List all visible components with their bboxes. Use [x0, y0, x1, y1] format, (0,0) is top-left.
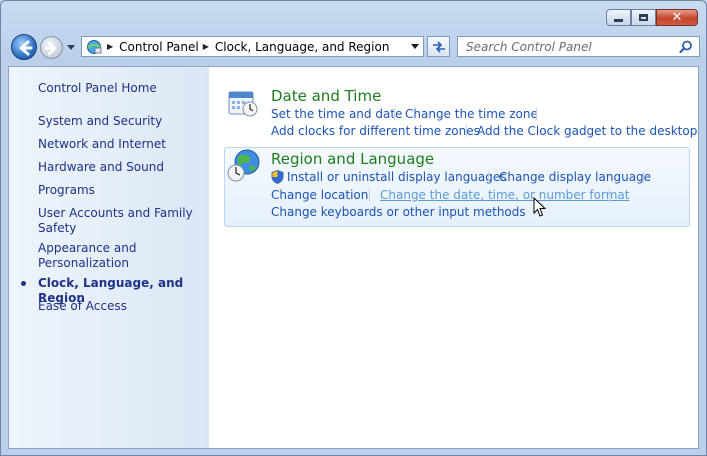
current-item-bullet-icon	[21, 281, 26, 286]
divider	[609, 189, 610, 201]
sidebar-item-system-security[interactable]: System and Security	[38, 114, 203, 129]
search-icon[interactable]	[679, 40, 693, 54]
calendar-clock-icon[interactable]	[227, 86, 259, 118]
forward-button[interactable]	[40, 36, 63, 59]
close-icon: ✕	[671, 10, 683, 25]
sidebar-item-network-internet[interactable]: Network and Internet	[38, 137, 203, 152]
breadcrumb-control-panel[interactable]: Control Panel	[119, 40, 199, 54]
divider	[536, 108, 537, 120]
address-bar[interactable]: ▶ Control Panel ▶ Clock, Language, and R…	[81, 36, 424, 57]
recent-pages-dropdown-icon[interactable]	[66, 43, 76, 51]
back-button[interactable]	[11, 34, 37, 60]
category-title-date-time[interactable]: Date and Time	[271, 87, 381, 105]
close-button[interactable]: ✕	[656, 9, 698, 26]
divider	[488, 171, 489, 183]
divider	[643, 171, 644, 183]
mouse-cursor-icon	[533, 197, 547, 217]
sidebar-item-appearance[interactable]: Appearance and Personalization	[38, 241, 203, 271]
main-pane: Date and Time Set the time and date Chan…	[209, 67, 698, 448]
maximize-button[interactable]	[631, 9, 656, 26]
task-change-location[interactable]: Change location	[271, 188, 368, 202]
globe-clock-icon[interactable]	[227, 148, 261, 184]
breadcrumb-chevron-icon[interactable]: ▶	[107, 42, 113, 51]
sidebar-item-programs[interactable]: Programs	[38, 183, 203, 198]
control-panel-icon	[87, 39, 102, 54]
sidebar-item-ease-of-access[interactable]: Ease of Access	[38, 299, 203, 314]
control-panel-window: ✕ ▶ Control Panel ▶ Clock, Language, and…	[0, 0, 707, 456]
task-add-clocks[interactable]: Add clocks for different time zones	[271, 124, 480, 138]
breadcrumb-chevron-icon[interactable]: ▶	[203, 42, 209, 51]
divider	[369, 189, 370, 201]
search-box[interactable]: Search Control Panel	[457, 36, 700, 57]
task-change-time-zone[interactable]: Change the time zone	[405, 107, 538, 121]
uac-shield-icon	[271, 170, 284, 184]
forward-arrow-icon	[44, 41, 57, 56]
divider	[394, 108, 395, 120]
content-area: Control Panel Home System and Security N…	[8, 66, 699, 449]
divider	[466, 125, 467, 137]
address-dropdown-icon[interactable]	[411, 43, 419, 49]
minimize-button[interactable]	[606, 9, 631, 26]
category-title-region-language[interactable]: Region and Language	[271, 150, 434, 168]
maximize-icon	[639, 14, 648, 21]
task-change-date-time-number-format[interactable]: Change the date, time, or number format	[380, 188, 629, 202]
refresh-button[interactable]	[427, 36, 450, 57]
task-change-keyboards[interactable]: Change keyboards or other input methods	[271, 205, 526, 219]
back-arrow-icon	[19, 40, 33, 56]
minimize-icon	[614, 19, 623, 22]
task-change-display-language[interactable]: Change display language	[499, 170, 651, 184]
task-set-time-date[interactable]: Set the time and date	[271, 107, 402, 121]
caption-buttons: ✕	[606, 9, 698, 27]
breadcrumb-clock-language-region[interactable]: Clock, Language, and Region	[215, 40, 390, 54]
search-input[interactable]: Search Control Panel	[466, 40, 592, 54]
sidebar: Control Panel Home System and Security N…	[9, 67, 209, 448]
task-install-display-languages[interactable]: Install or uninstall display languages	[287, 170, 507, 184]
sidebar-item-hardware-sound[interactable]: Hardware and Sound	[38, 160, 203, 175]
refresh-arrows-icon	[432, 40, 445, 53]
task-add-clock-gadget[interactable]: Add the Clock gadget to the desktop	[477, 124, 697, 138]
sidebar-item-user-accounts[interactable]: User Accounts and Family Safety	[38, 206, 203, 236]
sidebar-item-control-panel-home[interactable]: Control Panel Home	[38, 81, 203, 96]
